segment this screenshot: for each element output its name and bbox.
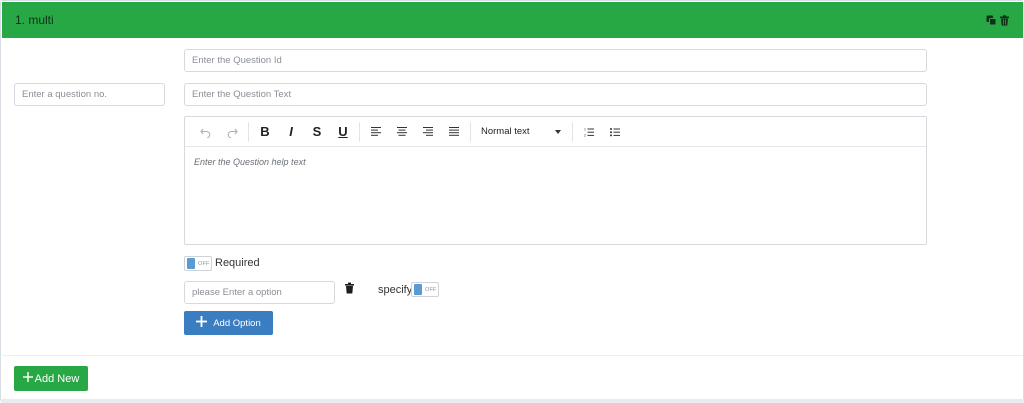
specify-label: specify bbox=[378, 284, 413, 296]
strikethrough-button[interactable]: S bbox=[304, 121, 330, 143]
align-right-icon[interactable] bbox=[415, 121, 441, 143]
help-text-area[interactable]: Enter the Question help text bbox=[185, 147, 926, 177]
align-center-icon[interactable] bbox=[389, 121, 415, 143]
plus-icon bbox=[196, 316, 208, 330]
svg-text:1: 1 bbox=[584, 127, 586, 131]
add-option-label: Add Option bbox=[213, 317, 261, 329]
toolbar-divider bbox=[248, 121, 249, 142]
plus-icon bbox=[22, 372, 33, 385]
toggle-state-text: OFF bbox=[198, 260, 210, 267]
align-justify-icon[interactable] bbox=[441, 121, 467, 143]
toolbar-divider bbox=[470, 121, 471, 142]
ordered-list-icon[interactable]: 12 bbox=[576, 121, 602, 143]
add-option-button[interactable]: Add Option bbox=[184, 311, 273, 335]
toolbar-divider bbox=[359, 121, 360, 142]
question-text-input[interactable] bbox=[184, 83, 927, 106]
question-card: 1. multi Enter the Question Id Enter a q… bbox=[0, 0, 1024, 403]
bullet-list-icon[interactable] bbox=[602, 121, 628, 143]
delete-option-trash-icon[interactable] bbox=[344, 281, 355, 299]
option-input[interactable] bbox=[184, 281, 335, 304]
required-toggle[interactable]: OFF bbox=[184, 256, 212, 271]
bold-button[interactable]: B bbox=[252, 121, 278, 143]
copy-icon[interactable] bbox=[986, 15, 997, 26]
svg-text:2: 2 bbox=[584, 133, 586, 137]
toolbar-divider bbox=[572, 121, 573, 142]
section-divider bbox=[2, 355, 1023, 356]
add-new-button[interactable]: Add New bbox=[14, 366, 88, 391]
block-format-select[interactable]: Normal text bbox=[474, 121, 569, 143]
trash-icon[interactable] bbox=[999, 14, 1010, 26]
question-number-input[interactable] bbox=[14, 83, 165, 106]
header-actions bbox=[986, 14, 1010, 26]
toggle-state-text: OFF bbox=[425, 286, 437, 293]
card-header: 1. multi bbox=[2, 2, 1023, 38]
toggle-knob bbox=[187, 258, 195, 269]
underline-button[interactable]: U bbox=[330, 121, 356, 143]
redo-icon[interactable] bbox=[219, 121, 245, 143]
card-bottom-edge bbox=[1, 399, 1024, 403]
block-format-label: Normal text bbox=[481, 126, 530, 137]
undo-icon[interactable] bbox=[193, 121, 219, 143]
question-title: 1. multi bbox=[15, 13, 54, 27]
italic-button[interactable]: I bbox=[278, 121, 304, 143]
add-new-label: Add New bbox=[34, 372, 80, 385]
specify-toggle[interactable]: OFF bbox=[411, 282, 439, 297]
question-id-input[interactable] bbox=[184, 49, 927, 72]
align-left-icon[interactable] bbox=[363, 121, 389, 143]
required-label: Required bbox=[215, 257, 260, 269]
toggle-knob bbox=[414, 284, 422, 295]
help-text-placeholder: Enter the Question help text bbox=[194, 157, 306, 167]
help-text-editor: B I S U Normal text 1 2 Enter the Questi… bbox=[184, 116, 927, 245]
caret-down-icon bbox=[555, 126, 561, 137]
editor-toolbar: B I S U Normal text 1 2 bbox=[185, 117, 926, 147]
